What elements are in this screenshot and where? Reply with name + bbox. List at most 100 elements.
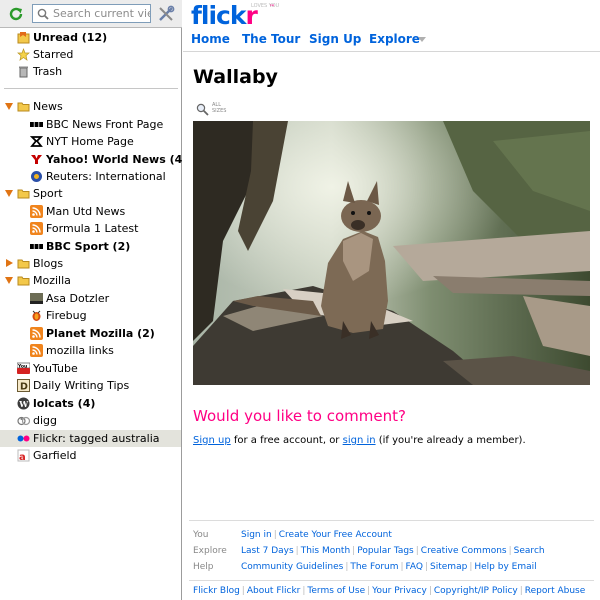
- bbc-icon: [30, 122, 43, 127]
- sidebar-item-starred[interactable]: Starred: [0, 46, 181, 63]
- flickr-logo[interactable]: flickr: [191, 2, 258, 30]
- svg-text:a: a: [19, 452, 26, 462]
- folder-icon: [17, 102, 30, 112]
- rss-icon: [30, 222, 43, 235]
- comment-text: for a free account, or: [230, 435, 343, 446]
- sidebar-item-trash[interactable]: Trash: [0, 63, 181, 80]
- sidebar-feed-lolcats[interactable]: W lolcats (4): [0, 395, 181, 412]
- sidebar-feed-label: Planet Mozilla (2): [46, 327, 155, 340]
- sidebar-feed-garfield[interactable]: a Garfield: [0, 447, 181, 464]
- chevron-down-icon[interactable]: [5, 190, 13, 197]
- sidebar-item-label: Trash: [33, 65, 63, 78]
- sign-in-link[interactable]: sign in: [343, 435, 376, 446]
- sidebar-feed-man-utd[interactable]: Man Utd News: [0, 203, 181, 220]
- footer-link[interactable]: Search: [514, 546, 545, 556]
- chevron-down-icon[interactable]: [5, 277, 13, 284]
- sidebar-feed-daily-writing-tips[interactable]: D Daily Writing Tips: [0, 377, 181, 394]
- footer-link[interactable]: Create Your Free Account: [279, 530, 392, 540]
- folder-icon: [17, 259, 30, 269]
- sidebar-feed-flickr[interactable]: Flickr: tagged australia: [0, 430, 181, 447]
- rss-icon: [30, 344, 43, 357]
- footer-link[interactable]: Community Guidelines: [241, 562, 343, 572]
- sidebar-folder-sport[interactable]: Sport: [0, 185, 181, 202]
- trash-icon: [19, 66, 28, 78]
- sidebar-folder-blogs[interactable]: Blogs: [0, 255, 181, 272]
- chevron-down-icon[interactable]: [418, 37, 426, 42]
- youtube-icon: You: [17, 362, 30, 374]
- footer-link[interactable]: Copyright/IP Policy: [434, 586, 518, 596]
- nav-sign-up[interactable]: Sign Up: [309, 32, 361, 46]
- sidebar-feed-digg[interactable]: digg: [0, 412, 181, 429]
- firebug-icon: [32, 310, 41, 321]
- refresh-icon[interactable]: [8, 6, 24, 22]
- footer-link[interactable]: About Flickr: [247, 586, 301, 596]
- nyt-icon: [30, 136, 43, 147]
- flickr-icon: [17, 435, 30, 442]
- chevron-down-icon[interactable]: [5, 103, 13, 110]
- footer-link[interactable]: Flickr Blog: [193, 586, 240, 596]
- sidebar-feed-asa-dotzler[interactable]: Asa Dotzler: [0, 290, 181, 307]
- comment-prompt: Sign up for a free account, or sign in (…: [193, 435, 526, 446]
- zine-icon: [30, 293, 43, 304]
- sidebar-feed-firebug[interactable]: Firebug: [0, 307, 181, 324]
- garfield-icon: a: [17, 449, 30, 462]
- sign-up-link[interactable]: Sign up: [193, 435, 231, 446]
- sidebar-feed-label: digg: [33, 414, 58, 427]
- sidebar-feed-formula1[interactable]: Formula 1 Latest: [0, 220, 181, 237]
- footer-link[interactable]: FAQ: [406, 562, 423, 572]
- photo-title: Wallaby: [193, 66, 278, 88]
- footer-link[interactable]: Report Abuse: [525, 586, 586, 596]
- footer-links-you: Sign in | Create Your Free Account: [241, 530, 392, 540]
- sidebar-folder-label: News: [33, 100, 63, 113]
- wallaby-photo[interactable]: [193, 121, 590, 385]
- sidebar-folder-news[interactable]: News: [0, 98, 181, 115]
- svg-text:You: You: [17, 363, 27, 369]
- search-icon: [37, 8, 49, 20]
- logo-trademark: ™: [269, 4, 275, 11]
- footer-link[interactable]: Your Privacy: [372, 586, 427, 596]
- nav-home[interactable]: Home: [191, 32, 230, 46]
- top-nav: Home The Tour Sign Up Explore: [183, 28, 600, 52]
- rss-icon: [30, 205, 43, 218]
- sidebar-feed-label: Formula 1 Latest: [46, 222, 139, 235]
- all-sizes-button[interactable]: ALL SIZES: [196, 102, 232, 118]
- footer-link[interactable]: Last 7 Days: [241, 546, 294, 556]
- footer-link[interactable]: This Month: [301, 546, 350, 556]
- feed-sidebar: Search current view Unread (12) Starred …: [0, 0, 187, 600]
- sidebar-feed-label: Firebug: [46, 309, 87, 322]
- yahoo-icon: [31, 155, 42, 164]
- folder-icon: [17, 276, 30, 286]
- footer-link[interactable]: The Forum: [350, 562, 398, 572]
- sidebar-feed-bbc-news[interactable]: BBC News Front Page: [0, 116, 181, 133]
- sidebar-feed-mozilla-links[interactable]: mozilla links: [0, 342, 181, 359]
- footer-link[interactable]: Terms of Use: [307, 586, 365, 596]
- footer-link[interactable]: Popular Tags: [357, 546, 414, 556]
- sidebar-feed-planet-mozilla[interactable]: Planet Mozilla (2): [0, 325, 181, 342]
- sidebar-feed-youtube[interactable]: You YouTube: [0, 360, 181, 377]
- sidebar-feed-label: mozilla links: [46, 344, 114, 357]
- rss-icon: [30, 327, 43, 340]
- sidebar-feed-nyt[interactable]: NYT Home Page: [0, 133, 181, 150]
- sidebar-divider: [4, 88, 178, 89]
- sidebar-toolbar: Search current view: [0, 0, 182, 28]
- sidebar-item-unread[interactable]: Unread (12): [0, 29, 181, 46]
- nav-explore[interactable]: Explore: [369, 32, 420, 46]
- sidebar-feed-bbc-sport[interactable]: BBC Sport (2): [0, 238, 181, 255]
- sidebar-feed-label: Reuters: International: [46, 170, 166, 183]
- chevron-right-icon[interactable]: [6, 259, 13, 267]
- footer-link[interactable]: Help by Email: [474, 562, 536, 572]
- search-input[interactable]: Search current view: [32, 4, 151, 23]
- footer-link[interactable]: Sitemap: [430, 562, 467, 572]
- sidebar-feed-label: lolcats (4): [33, 397, 96, 410]
- nav-the-tour[interactable]: The Tour: [242, 32, 300, 46]
- sidebar-feed-yahoo[interactable]: Yahoo! World News (4): [0, 151, 187, 168]
- sidebar-feed-reuters[interactable]: Reuters: International: [0, 168, 181, 185]
- svg-text:D: D: [20, 382, 28, 393]
- footer-label-explore: Explore: [193, 546, 227, 556]
- tools-icon[interactable]: [157, 5, 175, 23]
- star-icon: [17, 48, 30, 61]
- sidebar-feed-label: YouTube: [33, 362, 78, 375]
- sidebar-folder-mozilla[interactable]: Mozilla: [0, 272, 181, 289]
- footer-link[interactable]: Creative Commons: [421, 546, 507, 556]
- footer-link[interactable]: Sign in: [241, 530, 272, 540]
